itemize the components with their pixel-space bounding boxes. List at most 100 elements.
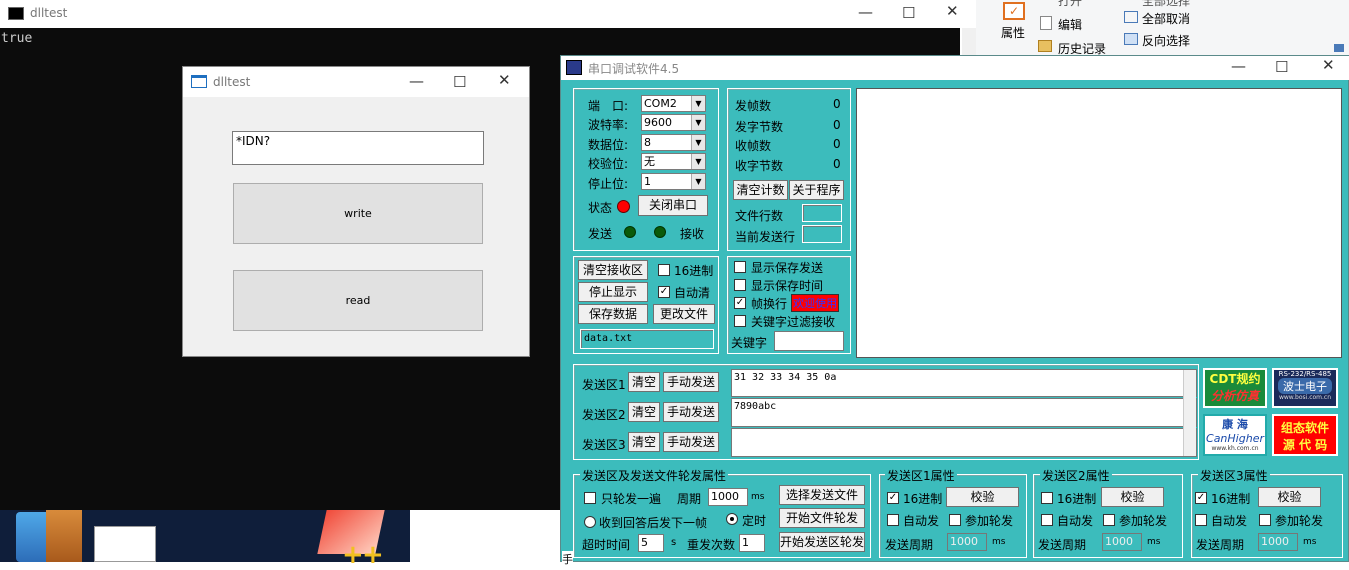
- invert-icon: [1124, 33, 1138, 45]
- auto-clear-checkbox[interactable]: ✓: [658, 286, 670, 298]
- send-area-2-auto-checkbox[interactable]: [1041, 514, 1053, 526]
- console-titlebar: dlltest — ☐ ✕: [0, 0, 960, 28]
- port-select[interactable]: COM2 ▼: [641, 95, 706, 112]
- only-once-checkbox[interactable]: [584, 492, 596, 504]
- rs485-ad-mid: 波士电子: [1278, 378, 1332, 394]
- close-port-button[interactable]: 关闭串口: [638, 195, 708, 216]
- maximize-button[interactable]: ☐: [453, 73, 466, 91]
- send-area-3-join-checkbox[interactable]: [1259, 514, 1271, 526]
- show-save-send-checkbox[interactable]: [734, 261, 746, 273]
- close-button[interactable]: ✕: [498, 71, 511, 89]
- send-area-1-hex-checkbox[interactable]: ✓: [887, 492, 899, 504]
- canhigher-ad-box[interactable]: 康 海 CanHigher www.kh.com.cn: [1203, 414, 1267, 456]
- send-area-2-join-checkbox[interactable]: [1103, 514, 1115, 526]
- stop-display-button[interactable]: 停止显示: [578, 282, 648, 302]
- baud-select[interactable]: 9600 ▼: [641, 114, 706, 131]
- chevron-down-icon: ▼: [691, 96, 705, 111]
- filename-field[interactable]: data.txt: [580, 329, 714, 349]
- rs485-ad-box[interactable]: RS-232/RS-485 波士电子 www.bosi.com.cn: [1272, 368, 1338, 408]
- frame-wrap-checkbox[interactable]: ✓: [734, 297, 746, 309]
- dlltest-title: dlltest: [213, 75, 251, 89]
- keyword-filter-checkbox[interactable]: [734, 315, 746, 327]
- receive-textarea[interactable]: [856, 88, 1342, 358]
- recv-bytes-label: 收字节数: [735, 159, 784, 173]
- send-area-3-clear-button[interactable]: 清空: [628, 432, 660, 452]
- send-area-2-input[interactable]: 7890abc: [731, 398, 1197, 427]
- clear-count-button[interactable]: 清空计数: [733, 180, 788, 200]
- send-area-1-manual-button[interactable]: 手动发送: [663, 372, 719, 392]
- minimize-button[interactable]: —: [409, 72, 424, 90]
- send-area-1-input[interactable]: 31 32 33 34 35 0a: [731, 369, 1197, 397]
- minimize-button[interactable]: —: [858, 3, 873, 21]
- start-area-rotation-button[interactable]: 开始发送区轮发: [779, 532, 865, 552]
- keyword-input[interactable]: [774, 331, 844, 351]
- read-button[interactable]: read: [233, 270, 483, 331]
- serial-titlebar: 串口调试软件4.5 — ☐ ✕: [561, 56, 1349, 80]
- send-area-2-clear-button[interactable]: 清空: [628, 402, 660, 422]
- send-area-2-hex-checkbox[interactable]: [1041, 492, 1053, 504]
- send-area-1-props-title: 发送区1属性: [885, 467, 957, 484]
- start-file-rotation-button[interactable]: 开始文件轮发: [779, 508, 865, 528]
- send-area-3-check-button[interactable]: 校验: [1258, 487, 1321, 507]
- hex-recv-label: 16进制: [674, 264, 714, 278]
- send-area-3-manual-button[interactable]: 手动发送: [663, 432, 719, 452]
- send-area-2-period-input[interactable]: 1000: [1102, 533, 1142, 551]
- change-file-button[interactable]: 更改文件: [653, 304, 715, 324]
- save-data-button[interactable]: 保存数据: [578, 304, 648, 324]
- send-area-1-check-button[interactable]: 校验: [946, 487, 1019, 507]
- send-area-3-period-input[interactable]: 1000: [1258, 533, 1298, 551]
- parity-select[interactable]: 无 ▼: [641, 153, 706, 170]
- rotation-props-title: 发送区及发送文件轮发属性: [580, 467, 729, 484]
- send-area-1-period-label: 发送周期: [885, 538, 934, 552]
- maximize-button[interactable]: ☐: [902, 4, 915, 22]
- invert-selection-button[interactable]: 反向选择: [1142, 32, 1190, 49]
- deselect-all-button[interactable]: 全部取消: [1142, 10, 1190, 27]
- close-button[interactable]: ✕: [1322, 56, 1335, 74]
- write-button[interactable]: write: [233, 183, 483, 244]
- select-all-button[interactable]: 全部选择: [1142, 0, 1190, 9]
- about-button[interactable]: 关于程序: [789, 180, 844, 200]
- open-button[interactable]: 打开: [1058, 0, 1082, 9]
- send-area-scrollbar[interactable]: [1183, 370, 1196, 456]
- explorer-ribbon: ✓ 属性 打开 编辑 历史记录 全部选择 全部取消 反向选择: [976, 0, 1349, 58]
- send-area-2-manual-button[interactable]: 手动发送: [663, 402, 719, 422]
- timed-radio[interactable]: [726, 513, 738, 525]
- scada-ad-box[interactable]: 组态软件 源 代 码: [1272, 414, 1338, 456]
- send-area-1-auto-checkbox[interactable]: [887, 514, 899, 526]
- command-input[interactable]: *IDN?: [232, 131, 484, 165]
- scada-ad-line1: 组态软件: [1280, 421, 1329, 435]
- edit-button[interactable]: 编辑: [1058, 16, 1082, 33]
- stopbits-select[interactable]: 1 ▼: [641, 173, 706, 190]
- send-area-3-auto-checkbox[interactable]: [1195, 514, 1207, 526]
- send-area-3-hex-checkbox[interactable]: ✓: [1195, 492, 1207, 504]
- show-save-time-checkbox[interactable]: [734, 279, 746, 291]
- recv-led: [654, 226, 666, 238]
- current-line-label: 当前发送行: [735, 230, 796, 244]
- send-area-1-join-checkbox[interactable]: [949, 514, 961, 526]
- taskbar-archive-icon[interactable]: [46, 510, 82, 562]
- send-area-1-clear-button[interactable]: 清空: [628, 372, 660, 392]
- maximize-button[interactable]: ☐: [1275, 58, 1288, 76]
- select-send-file-button[interactable]: 选择发送文件: [779, 485, 865, 505]
- minimize-button[interactable]: —: [1231, 57, 1246, 75]
- properties-button[interactable]: 属性: [1001, 24, 1025, 41]
- databits-select[interactable]: 8 ▼: [641, 134, 706, 151]
- taskbar-window-thumbnail[interactable]: [94, 526, 156, 562]
- after-reply-radio[interactable]: [584, 516, 596, 528]
- chevron-down-icon: ▼: [691, 174, 705, 189]
- send-area-3-input[interactable]: [731, 428, 1197, 457]
- timeout-input[interactable]: 5: [638, 534, 664, 552]
- cdt-ad-box[interactable]: CDT规约 分析仿真: [1203, 368, 1267, 408]
- recv-bytes-value: 0: [833, 157, 841, 171]
- status-label: 状态: [588, 201, 613, 215]
- send-area-1-period-input[interactable]: 1000: [947, 533, 987, 551]
- send-area-2-check-button[interactable]: 校验: [1101, 487, 1164, 507]
- port-label: 端 口:: [588, 99, 629, 113]
- scada-ad-line2: 源 代 码: [1282, 438, 1328, 452]
- period-input[interactable]: 1000: [708, 488, 748, 506]
- edit-icon: [1040, 16, 1052, 30]
- hex-recv-checkbox[interactable]: [658, 264, 670, 276]
- clear-recv-button[interactable]: 清空接收区: [578, 260, 648, 280]
- resend-input[interactable]: 1: [739, 534, 765, 552]
- close-button[interactable]: ✕: [946, 2, 959, 20]
